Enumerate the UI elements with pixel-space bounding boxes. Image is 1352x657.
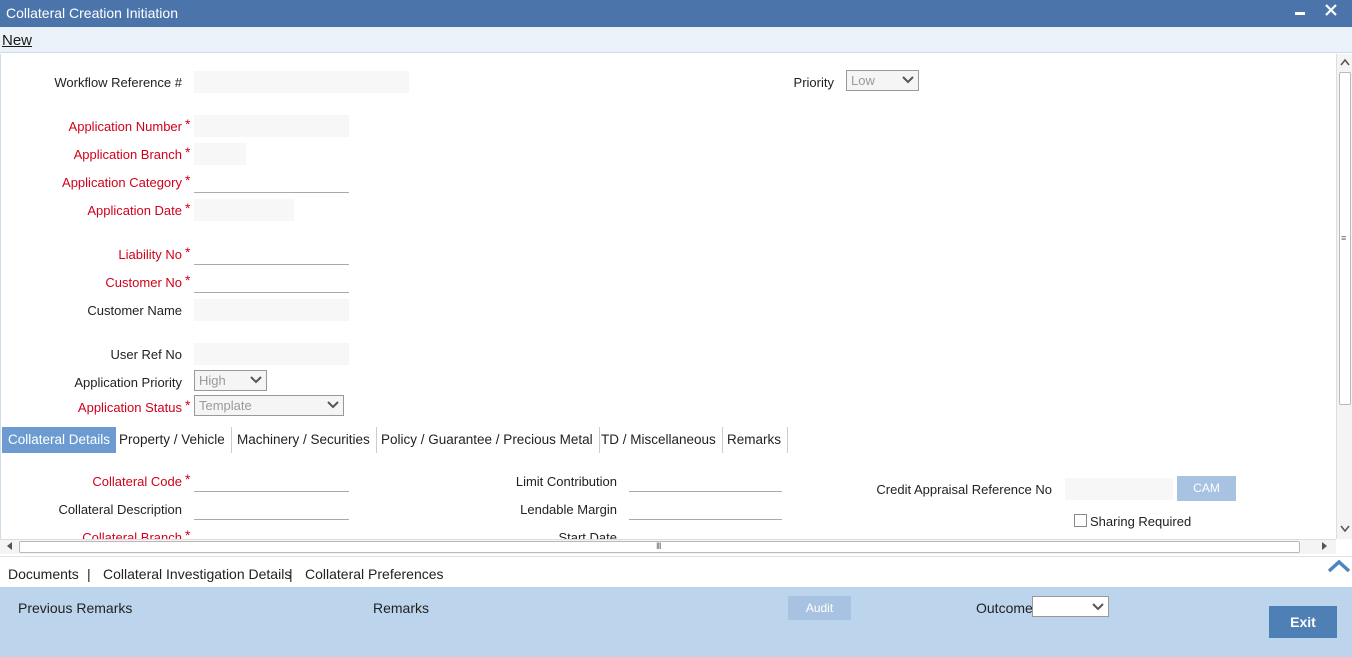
workflow-ref-label: Workflow Reference # (54, 75, 182, 90)
scroll-up-icon[interactable] (1340, 58, 1350, 66)
application-branch-label: Application Branch (73, 147, 182, 162)
scroll-grip-icon: ≡ (1341, 233, 1347, 243)
link-separator: | (289, 566, 293, 582)
required-marker: * (185, 116, 191, 132)
required-marker: * (185, 527, 191, 539)
link-separator: | (87, 566, 91, 582)
application-category-label: Application Category (62, 175, 182, 190)
collateral-code-label: Collateral Code (92, 474, 182, 489)
customer-no-field[interactable] (194, 271, 349, 293)
application-date-label: Application Date (87, 203, 182, 218)
priority-label: Priority (793, 75, 834, 90)
priority-value: Low (851, 73, 875, 88)
application-number-label: Application Number (68, 119, 182, 134)
subscreen-links-bar: Documents | Collateral Investigation Det… (0, 556, 1352, 587)
tab-collateral-details[interactable]: Collateral Details (2, 427, 117, 453)
window-title: Collateral Creation Initiation (6, 5, 178, 21)
close-button[interactable] (1321, 2, 1341, 22)
application-number-field[interactable] (194, 115, 349, 137)
chevron-down-icon (1092, 603, 1104, 611)
horizontal-scroll-thumb[interactable]: III (19, 541, 1300, 553)
remarks-label[interactable]: Remarks (373, 600, 429, 616)
start-date-label: Start Date (558, 530, 617, 539)
application-date-field[interactable] (194, 199, 294, 221)
vertical-scrollbar[interactable]: ≡ (1336, 54, 1352, 539)
chevron-down-icon (902, 76, 914, 84)
tab-remarks[interactable]: Remarks (721, 427, 789, 453)
user-ref-no-label: User Ref No (110, 347, 182, 362)
scroll-grip-icon: III (656, 541, 661, 551)
vertical-scroll-thumb[interactable]: ≡ (1339, 72, 1351, 405)
chevron-down-icon (327, 401, 339, 409)
cam-button[interactable]: CAM (1177, 476, 1236, 501)
collateral-description-field[interactable] (194, 498, 349, 520)
application-category-field[interactable] (194, 171, 349, 193)
exit-button[interactable]: Exit (1269, 606, 1337, 638)
tab-property-vehicle[interactable]: Property / Vehicle (113, 427, 232, 453)
tab-td-miscellaneous[interactable]: TD / Miscellaneous (595, 427, 723, 453)
workflow-ref-field[interactable] (194, 71, 409, 93)
required-marker: * (185, 244, 191, 260)
scroll-left-icon[interactable] (5, 541, 13, 551)
lendable-margin-field[interactable] (629, 498, 782, 520)
previous-remarks-label[interactable]: Previous Remarks (18, 600, 132, 616)
lendable-margin-label: Lendable Margin (520, 502, 617, 517)
application-priority-select[interactable]: High (194, 370, 267, 391)
scroll-right-icon[interactable] (1321, 541, 1329, 551)
collateral-preferences-link[interactable]: Collateral Preferences (305, 566, 444, 582)
sharing-required-label: Sharing Required (1090, 514, 1192, 529)
customer-name-label: Customer Name (87, 303, 182, 318)
application-status-label: Application Status (77, 400, 182, 415)
liability-no-label: Liability No (118, 247, 182, 262)
tab-policy-guarantee[interactable]: Policy / Guarantee / Precious Metal (375, 427, 600, 453)
collateral-description-label: Collateral Description (58, 502, 182, 517)
user-ref-no-field[interactable] (194, 343, 349, 365)
minimize-button[interactable] (1290, 2, 1310, 22)
required-marker: * (185, 471, 191, 487)
application-branch-field[interactable] (194, 143, 246, 165)
required-marker: * (185, 272, 191, 288)
credit-appraisal-ref-label: Credit Appraisal Reference No (876, 482, 1052, 497)
credit-appraisal-ref-field[interactable] (1065, 478, 1173, 500)
minimize-icon (1295, 12, 1305, 15)
collateral-branch-label: Collateral Branch (82, 530, 182, 539)
outcome-label: Outcome (976, 600, 1033, 616)
priority-select[interactable]: Low (846, 70, 919, 91)
application-priority-value: High (199, 373, 226, 388)
close-icon (1325, 4, 1337, 16)
collateral-code-field[interactable] (194, 470, 349, 492)
horizontal-scrollbar[interactable]: III (0, 539, 1336, 554)
application-status-value: Template (199, 398, 252, 413)
required-marker: * (185, 200, 191, 216)
chevron-down-icon (250, 376, 262, 384)
menu-bar: New (0, 27, 1352, 53)
customer-no-label: Customer No (105, 275, 182, 290)
window-titlebar: Collateral Creation Initiation (0, 0, 1352, 27)
footer-bar: Previous Remarks Remarks Audit Outcome E… (0, 587, 1352, 657)
limit-contribution-label: Limit Contribution (515, 474, 617, 489)
collateral-investigation-link[interactable]: Collateral Investigation Details (103, 566, 291, 582)
outcome-select[interactable] (1032, 596, 1109, 617)
form-content: Workflow Reference # Priority Low Applic… (0, 54, 1336, 539)
audit-button[interactable]: Audit (788, 596, 851, 620)
required-marker: * (185, 397, 191, 413)
sharing-required-checkbox[interactable] (1074, 514, 1087, 527)
application-status-select[interactable]: Template (194, 395, 344, 416)
customer-name-field[interactable] (194, 299, 349, 321)
required-marker: * (185, 144, 191, 160)
documents-link[interactable]: Documents (8, 566, 79, 582)
new-link[interactable]: New (2, 32, 32, 49)
required-marker: * (185, 172, 191, 188)
chevron-up-icon[interactable] (1327, 557, 1351, 577)
tab-bar: Collateral Details Property / Vehicle Ma… (1, 427, 1336, 453)
liability-no-field[interactable] (194, 243, 349, 265)
scroll-down-icon[interactable] (1340, 525, 1350, 533)
tab-machinery-securities[interactable]: Machinery / Securities (231, 427, 377, 453)
application-priority-label: Application Priority (74, 375, 182, 390)
limit-contribution-field[interactable] (629, 470, 782, 492)
